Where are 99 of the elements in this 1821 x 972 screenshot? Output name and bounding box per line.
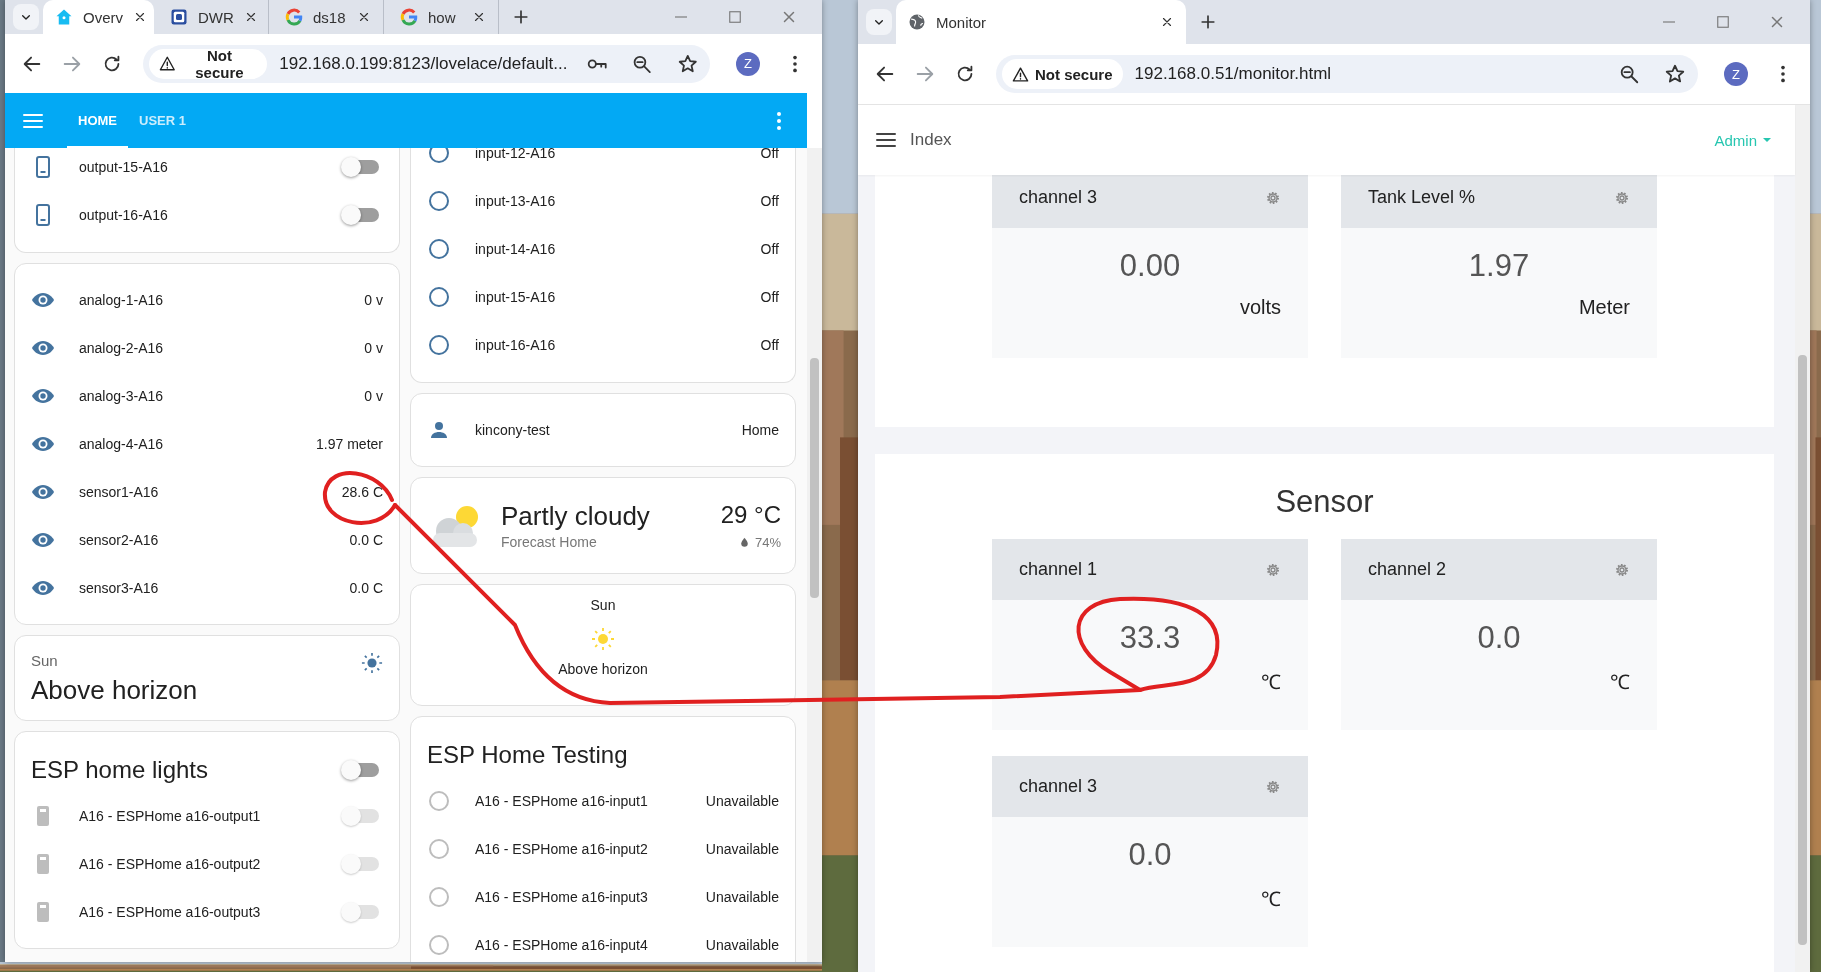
- humidity: 74%: [754, 535, 781, 550]
- entity-name: Sun: [590, 597, 616, 613]
- entity-state: 28.6 C: [341, 484, 383, 500]
- profile-avatar[interactable]: Z: [736, 51, 760, 76]
- security-chip[interactable]: Not secure: [149, 48, 268, 79]
- warning-icon: [159, 55, 176, 72]
- toggle-switch[interactable]: [343, 160, 379, 174]
- sun-card[interactable]: Sun Above horizon: [410, 584, 796, 706]
- entity-name[interactable]: sensor1-A16: [79, 484, 342, 500]
- entity-name[interactable]: output-16-A16: [79, 207, 343, 223]
- entity-state: 1.97 meter: [316, 436, 383, 452]
- toggle-switch[interactable]: [343, 208, 379, 222]
- close-icon[interactable]: [133, 10, 147, 24]
- security-chip[interactable]: Not secure: [1002, 59, 1123, 89]
- entity-name[interactable]: sensor2-A16: [79, 532, 350, 548]
- channel-name: channel 3: [1019, 187, 1098, 208]
- reading-value: 0.00: [1118, 248, 1182, 284]
- entity-name[interactable]: input-15-A16: [475, 289, 761, 305]
- entity-state: 0.0 C: [349, 580, 383, 596]
- entity-name[interactable]: sensor3-A16: [79, 580, 350, 596]
- scrollbar[interactable]: [807, 148, 822, 962]
- url-text: 192.168.0.199:8123/lovelace/default...: [279, 53, 568, 74]
- entity-name[interactable]: input-12-A16: [475, 148, 761, 161]
- entity-state: Off: [760, 193, 779, 209]
- close-icon[interactable]: [357, 10, 371, 24]
- reading-value: 33.3: [1118, 620, 1182, 656]
- reading-unit: ℃: [1260, 887, 1282, 912]
- address-bar[interactable]: Not secure 192.168.0.51/monitor.html: [996, 55, 1698, 93]
- weather-card[interactable]: Partly cloudy Forecast Home 29 °C 74%: [410, 477, 796, 574]
- entity-name[interactable]: analog-4-A16: [79, 436, 317, 452]
- star-icon[interactable]: [1664, 63, 1686, 85]
- reading-unit: volts: [1238, 296, 1282, 319]
- channel-name: channel 3: [1019, 776, 1098, 797]
- channel-name: channel 1: [1019, 559, 1098, 580]
- sun-icon: [361, 652, 383, 674]
- warning-icon: [1012, 65, 1029, 83]
- settings-icon[interactable]: [1265, 561, 1281, 578]
- settings-icon[interactable]: [1614, 189, 1630, 206]
- weather-source: Forecast Home: [501, 534, 598, 550]
- entity-name[interactable]: analog-1-A16: [79, 292, 365, 308]
- entity-state: 0 v: [364, 388, 383, 404]
- star-icon[interactable]: [676, 52, 698, 75]
- entity-state: 0.0 C: [349, 532, 383, 548]
- entity-name: Sun: [31, 652, 59, 669]
- entity-state: Unavailable: [705, 937, 779, 953]
- settings-icon[interactable]: [1614, 561, 1630, 578]
- entity-state: Off: [760, 289, 779, 305]
- maximize-icon[interactable]: [1714, 13, 1732, 31]
- address-bar[interactable]: Not secure 192.168.0.199:8123/lovelace/default...: [143, 44, 710, 83]
- close-icon[interactable]: [1160, 15, 1174, 29]
- entity-name[interactable]: input-16-A16: [475, 337, 761, 353]
- weather-condition: Partly cloudy: [501, 501, 651, 532]
- maximize-icon[interactable]: [726, 8, 744, 26]
- reading-unit: Meter: [1577, 296, 1631, 319]
- zoom-out-icon[interactable]: [1618, 63, 1640, 85]
- channel-name: Tank Level %: [1368, 187, 1476, 208]
- entity-state: Above horizon: [31, 675, 198, 706]
- entity-state: 0 v: [364, 292, 383, 308]
- scrollbar[interactable]: [1795, 105, 1810, 972]
- square-logo-icon: [170, 8, 188, 26]
- settings-icon[interactable]: [1265, 189, 1281, 206]
- reading-unit: ℃: [1609, 670, 1631, 695]
- entity-name[interactable]: input-13-A16: [475, 193, 761, 209]
- reading-value: 0.0: [1476, 620, 1522, 656]
- entity-state: Unavailable: [705, 889, 779, 905]
- card-title: ESP home lights: [31, 756, 208, 784]
- temperature: 29 °C: [720, 501, 781, 529]
- browser-tab[interactable]: Monitor: [896, 0, 1186, 44]
- entity-state: 0 v: [364, 340, 383, 356]
- reading-value: 0.0: [1127, 837, 1173, 873]
- toggle-switch[interactable]: [343, 763, 379, 777]
- profile-avatar[interactable]: Z: [1724, 62, 1748, 86]
- entity-state: Off: [760, 337, 779, 353]
- entity-state: Unavailable: [705, 841, 779, 857]
- section-title: Sensor: [1274, 483, 1375, 521]
- card-title: ESP Home Testing: [427, 741, 628, 769]
- entity-name[interactable]: analog-3-A16: [79, 388, 365, 404]
- entity-state: Above horizon: [558, 661, 648, 677]
- sun-icon: [591, 627, 615, 651]
- page-title: Index: [910, 130, 953, 150]
- entity-state: Off: [760, 148, 779, 161]
- settings-icon[interactable]: [1265, 778, 1281, 795]
- channel-name: channel 2: [1368, 559, 1447, 580]
- url-text: 192.168.0.51/monitor.html: [1134, 64, 1333, 84]
- entity-state: Off: [760, 241, 779, 257]
- house-icon: [55, 8, 73, 26]
- entity-name[interactable]: kincony-test: [475, 422, 742, 438]
- ring-logo-icon: [285, 8, 303, 26]
- ring-logo-icon: [400, 8, 418, 26]
- reading-unit: ℃: [1260, 670, 1282, 695]
- globe-icon: [908, 13, 926, 31]
- entity-name[interactable]: input-14-A16: [475, 241, 761, 257]
- reading-value: 1.97: [1467, 248, 1531, 284]
- close-icon[interactable]: [472, 10, 486, 24]
- entity-state: Unavailable: [705, 793, 779, 809]
- entity-state: Home: [741, 422, 779, 438]
- entity-name[interactable]: output-15-A16: [79, 159, 343, 175]
- browser-tab[interactable]: Overv: [43, 0, 154, 34]
- entity-name[interactable]: analog-2-A16: [79, 340, 365, 356]
